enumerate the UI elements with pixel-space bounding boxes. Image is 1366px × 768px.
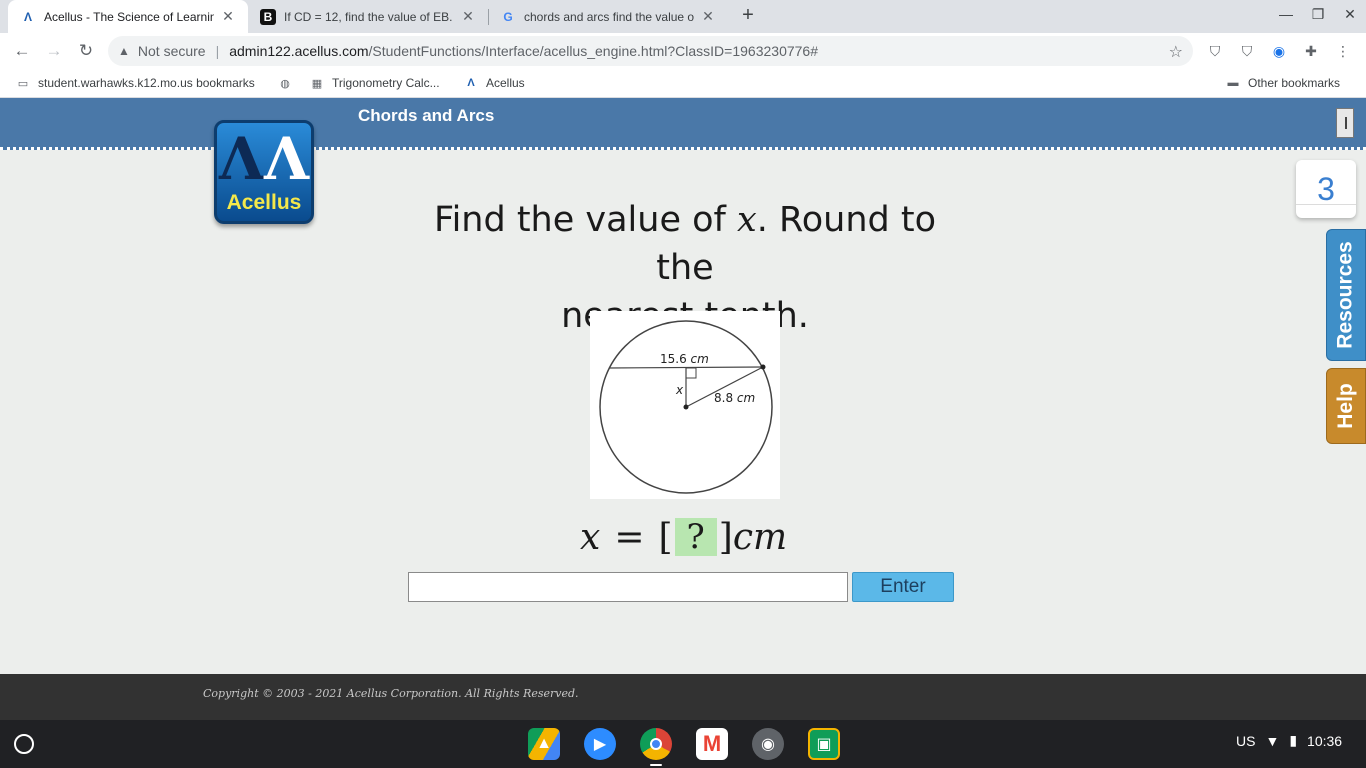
- os-shelf: ▲ ▶ M ◉ ▣ US ▼ ▮ 10:36: [0, 720, 1366, 768]
- bookmark-label: Trigonometry Calc...: [332, 76, 440, 90]
- tab-brainly[interactable]: B If CD = 12, find the value of EB. - ✕: [248, 0, 488, 33]
- open-bracket: [: [658, 516, 673, 558]
- enter-button[interactable]: Enter: [852, 572, 954, 602]
- tab-acellus[interactable]: Ʌ Acellus - The Science of Learning ✕: [8, 0, 248, 33]
- exit-door-icon[interactable]: [1336, 108, 1354, 138]
- menu-icon[interactable]: ⋮: [1334, 42, 1352, 60]
- center-point: [683, 404, 689, 410]
- distance-label: x: [675, 383, 684, 397]
- question-variable: x: [736, 200, 757, 240]
- close-window-icon[interactable]: ✕: [1340, 6, 1360, 23]
- vpn-icon[interactable]: ◉: [1270, 42, 1288, 60]
- close-icon[interactable]: ✕: [220, 8, 236, 25]
- address-bar[interactable]: ▲ Not secure | admin122.acellus.com/Stud…: [108, 36, 1193, 66]
- star-icon[interactable]: ☆: [1169, 42, 1183, 62]
- question-line-1: Find the value of x. Round to the: [400, 196, 970, 292]
- calculator-icon: ▦: [311, 77, 323, 90]
- url-host: admin122.acellus.com: [229, 43, 369, 59]
- bookmark-student[interactable]: ▭ student.warhawks.k12.mo.us bookmarks: [16, 76, 255, 90]
- equation-variable: x: [580, 516, 601, 558]
- camera-icon[interactable]: ◉: [752, 728, 784, 760]
- url-path: /StudentFunctions/Interface/acellus_engi…: [368, 43, 818, 59]
- question-prefix: Find the value of: [433, 200, 737, 240]
- page-footer: Copyright © 2003 - 2021 Acellus Corporat…: [0, 674, 1366, 720]
- acellus-logo: ΛΛ Acellus: [214, 120, 314, 224]
- resources-tab-label: Resources: [1334, 241, 1358, 349]
- answer-placeholder: ?: [674, 518, 717, 556]
- browser-tab-strip: Ʌ Acellus - The Science of Learning ✕ B …: [0, 0, 1366, 33]
- other-bookmarks[interactable]: ▬ Other bookmarks: [1226, 76, 1341, 90]
- chord-endpoint: [760, 364, 766, 370]
- active-app-indicator: [650, 764, 662, 766]
- course-header: Chords and Arcs: [0, 98, 1366, 150]
- chrome-icon[interactable]: [640, 728, 672, 760]
- restore-icon[interactable]: ❐: [1308, 6, 1328, 23]
- bookmark-label: Acellus: [486, 76, 525, 90]
- equation-equals: =: [614, 516, 645, 558]
- classroom-icon[interactable]: ▣: [808, 728, 840, 760]
- problem-counter: 3: [1296, 160, 1356, 218]
- warning-icon: ▲: [118, 44, 130, 58]
- bookmark-trigonometry[interactable]: ▦ Trigonometry Calc...: [310, 76, 440, 90]
- folder-icon: ▭: [17, 77, 29, 90]
- tab-title: If CD = 12, find the value of EB. -: [284, 9, 454, 24]
- wifi-icon: ▼: [1265, 732, 1280, 749]
- globe-icon: ◍: [280, 77, 290, 90]
- brainly-icon: B: [260, 8, 276, 25]
- extensions-icon[interactable]: ✚: [1302, 42, 1320, 60]
- shield-icon[interactable]: ⛉: [1206, 42, 1224, 60]
- bookmarks-bar: ▭ student.warhawks.k12.mo.us bookmarks ◍…: [0, 69, 1366, 98]
- help-tab-label: Help: [1334, 383, 1358, 429]
- chord-label: 15.6 cm: [660, 352, 709, 366]
- acellus-icon: Ʌ: [23, 9, 32, 24]
- resources-tab[interactable]: Resources: [1326, 229, 1366, 361]
- bookmark-globe[interactable]: ◍: [278, 76, 300, 90]
- tab-title: Acellus - The Science of Learning: [44, 9, 214, 24]
- answer-equation: x = [ ? ] cm: [580, 514, 790, 560]
- tab-title: chords and arcs find the value of: [524, 9, 694, 24]
- tab-google[interactable]: G chords and arcs find the value of ✕: [488, 0, 728, 33]
- clock: 10:36: [1307, 732, 1343, 749]
- locale-indicator: US: [1236, 732, 1256, 749]
- new-tab-button[interactable]: +: [736, 4, 760, 28]
- close-icon[interactable]: ✕: [700, 8, 716, 25]
- acellus-icon: Ʌ: [467, 77, 475, 89]
- circle-figure: 15.6 cm 8.8 cm x: [590, 311, 780, 499]
- acellus-logo-text: Acellus: [226, 191, 302, 214]
- bookmark-acellus[interactable]: Ʌ Acellus: [464, 76, 525, 90]
- close-bracket: ]: [718, 516, 733, 558]
- back-icon[interactable]: ←: [10, 40, 34, 62]
- launcher-icon[interactable]: [14, 734, 34, 754]
- acellus-logo-mark: ΛΛ: [218, 125, 310, 193]
- radius-label: 8.8 cm: [714, 391, 755, 405]
- shield-check-icon[interactable]: ⛉: [1238, 42, 1256, 60]
- equation-unit: cm: [732, 516, 788, 558]
- security-label: Not secure: [137, 43, 206, 59]
- reload-icon[interactable]: ↻: [74, 40, 98, 62]
- course-title: Chords and Arcs: [358, 106, 495, 125]
- folder-icon: ▬: [1227, 77, 1239, 89]
- forward-icon[interactable]: →: [42, 40, 66, 62]
- right-angle-marker: [685, 367, 697, 379]
- bookmark-label: student.warhawks.k12.mo.us bookmarks: [38, 76, 255, 90]
- drive-icon[interactable]: ▲: [528, 728, 560, 760]
- circle-diagram: 15.6 cm 8.8 cm x: [599, 320, 773, 494]
- gmail-icon[interactable]: M: [696, 728, 728, 760]
- google-icon: G: [503, 9, 513, 24]
- battery-icon: ▮: [1289, 732, 1298, 748]
- system-tray[interactable]: US ▼ ▮ 10:36: [1236, 732, 1342, 749]
- zoom-icon[interactable]: ▶: [584, 728, 616, 760]
- help-tab[interactable]: Help: [1326, 368, 1366, 444]
- answer-input[interactable]: [408, 572, 848, 602]
- minimize-icon[interactable]: —: [1276, 6, 1296, 22]
- close-icon[interactable]: ✕: [460, 8, 476, 25]
- copyright-text: Copyright © 2003 - 2021 Acellus Corporat…: [203, 687, 579, 700]
- address-divider: |: [215, 43, 220, 59]
- bookmark-label: Other bookmarks: [1248, 76, 1341, 90]
- browser-toolbar: ← → ↻ ▲ Not secure | admin122.acellus.co…: [0, 33, 1366, 69]
